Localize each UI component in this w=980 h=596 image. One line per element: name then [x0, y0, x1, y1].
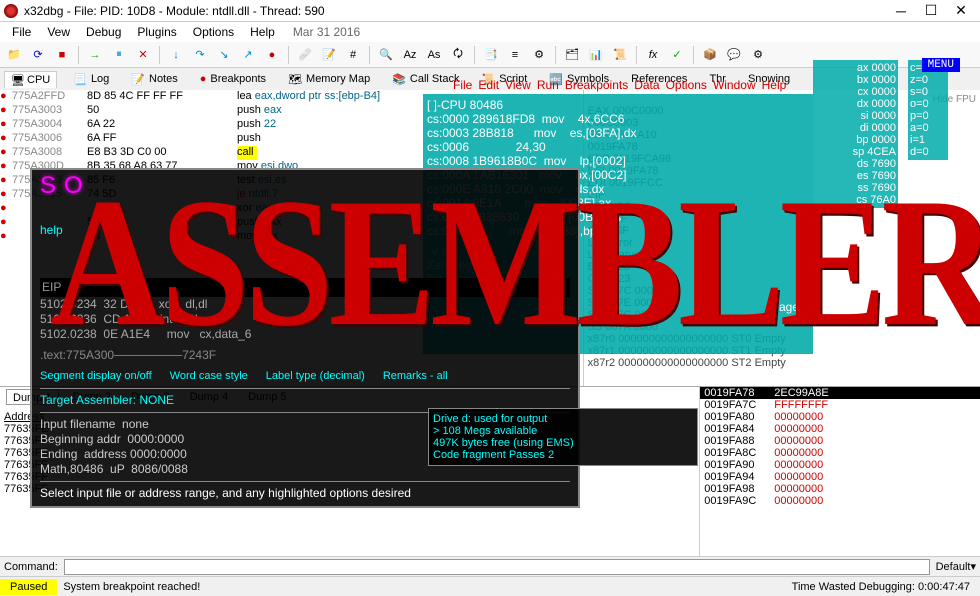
stack-panel[interactable]: 0019FA782EC99A8E0019FA7CFFFFFFFF0019FA80…	[699, 387, 980, 556]
seh-icon[interactable]: 📊	[586, 45, 606, 65]
menu-plugins[interactable]: Plugins	[137, 25, 176, 39]
gear-icon[interactable]: ⚙	[748, 45, 768, 65]
sourcer-logo: SO	[40, 178, 570, 193]
refresh-icon[interactable]: ⟳	[28, 45, 48, 65]
td-menu-help[interactable]: Help	[762, 78, 787, 92]
menu-bar: File Vew Debug Plugins Options Help Mar …	[0, 22, 980, 42]
eip-label: EIP	[40, 278, 570, 297]
window-title: x32dbg - File: PID: 10D8 - Module: ntdll…	[24, 4, 886, 18]
maximize-button[interactable]: ☐	[916, 1, 946, 21]
script2-icon[interactable]: 📜	[610, 45, 630, 65]
td-menu-run[interactable]: Run	[537, 78, 559, 92]
log-icon: 📃	[73, 73, 87, 86]
graph-icon[interactable]: 🗘	[448, 45, 468, 65]
menu-help[interactable]: Help	[250, 25, 275, 39]
check-icon[interactable]: ✓	[667, 45, 687, 65]
trace-icon[interactable]: 📝	[319, 45, 339, 65]
menu-date: Mar 31 2016	[293, 25, 360, 39]
command-input[interactable]	[64, 559, 930, 575]
menu-file[interactable]: File	[12, 25, 31, 39]
minimize-button[interactable]: ─	[886, 1, 916, 21]
note-icon[interactable]: #	[343, 45, 363, 65]
td-registers: ax 0000bx 0000cx 0000dx 0000si 0000di 00…	[813, 60, 898, 208]
pause-icon[interactable]: ⏸	[109, 45, 129, 65]
cpu-icon: 🖥	[11, 74, 23, 86]
stop-icon[interactable]: ■	[52, 45, 72, 65]
td-menu-view[interactable]: View	[505, 78, 531, 92]
run-icon[interactable]: →	[85, 45, 105, 65]
status-bar: Paused System breakpoint reached! Time W…	[0, 576, 980, 596]
td-flags: c=0z=0s=0o=0p=0a=0i=1d=0	[908, 60, 948, 160]
status-paused: Paused	[0, 579, 57, 595]
segment-line: .text:775A300────────7243F	[40, 348, 570, 363]
opt-segment[interactable]: Segment display on/off	[40, 369, 152, 384]
comment-icon[interactable]: 💬	[724, 45, 744, 65]
td-menu-data[interactable]: Data	[634, 78, 659, 92]
opt-remarks[interactable]: Remarks - all	[383, 369, 448, 384]
td-cpu-title: [ ]-CPU 80486	[427, 98, 809, 112]
td-menu-edit[interactable]: Edit	[478, 78, 499, 92]
exit-icon[interactable]: ✕	[133, 45, 153, 65]
menu-debug[interactable]: Debug	[86, 25, 121, 39]
default-button[interactable]: Default	[936, 561, 971, 573]
open-icon[interactable]: 📁	[4, 45, 24, 65]
stepin-icon[interactable]: ↘	[214, 45, 234, 65]
help-line: help	[40, 223, 570, 238]
calc-icon[interactable]: fx	[643, 45, 663, 65]
td-menu-bp[interactable]: Breakpoints	[565, 78, 628, 92]
menu-options[interactable]: Options	[193, 25, 234, 39]
stepover-icon[interactable]: ↷	[190, 45, 210, 65]
select-hint: Select input file or address range, and …	[40, 486, 570, 501]
status-time: Time Wasted Debugging: 0:00:47:47	[792, 581, 980, 593]
tab-log[interactable]: 📃Log	[67, 71, 115, 88]
dot-icon: ●	[200, 73, 207, 85]
about-icon[interactable]: ⚙	[529, 45, 549, 65]
target-asm: Target Assembler: NONE	[40, 393, 570, 408]
status-message: System breakpoint reached!	[63, 581, 200, 593]
handles-icon[interactable]: 🗂	[562, 45, 582, 65]
command-bar: Command: Default ▾	[0, 556, 980, 576]
tab-breakpoints[interactable]: ●Breakponts	[194, 71, 272, 87]
td-menu-window[interactable]: Window	[713, 78, 756, 92]
stack-icon: 📚	[392, 73, 406, 86]
command-label: Command:	[4, 561, 58, 573]
step-icon[interactable]: ↓	[166, 45, 186, 65]
td-menu-file[interactable]: File	[453, 78, 472, 92]
td-menubar: File Edit View Run Breakpoints Data Opti…	[453, 78, 786, 92]
td-menu-badge: MENU	[922, 58, 960, 72]
asc-icon[interactable]: As	[424, 45, 444, 65]
app-icon	[4, 4, 18, 18]
close-button[interactable]: ✕	[946, 1, 976, 21]
search-icon[interactable]: 🔍	[376, 45, 396, 65]
mem-icon: 🗺	[288, 73, 302, 86]
opt-label[interactable]: Label type (decimal)	[266, 369, 365, 384]
ref-icon[interactable]: 📑	[481, 45, 501, 65]
bp-icon[interactable]: ●	[262, 45, 282, 65]
patch-icon[interactable]: 🩹	[295, 45, 315, 65]
tab-notes[interactable]: 📝Notes	[125, 71, 183, 88]
menu-view[interactable]: Vew	[47, 25, 70, 39]
stepout-icon[interactable]: ↗	[238, 45, 258, 65]
disk-info: Drive d: used for output > 108 Megs avai…	[428, 408, 698, 466]
window-titlebar: x32dbg - File: PID: 10D8 - Module: ntdll…	[0, 0, 980, 22]
tab-cpu[interactable]: 🖥CPU	[4, 71, 57, 88]
tab-memorymap[interactable]: 🗺Memory Map	[282, 71, 376, 88]
td-menu-options[interactable]: Options	[666, 78, 707, 92]
bin-icon[interactable]: Az	[400, 45, 420, 65]
notes-icon: 📝	[131, 73, 145, 86]
opt-wordcase[interactable]: Word case style	[170, 369, 248, 384]
thread-icon[interactable]: ≡	[505, 45, 525, 65]
sourcer-options: Segment display on/off Word case style L…	[40, 369, 570, 384]
dropdown-icon[interactable]: ▾	[970, 560, 976, 573]
dump-icon[interactable]: 📦	[700, 45, 720, 65]
